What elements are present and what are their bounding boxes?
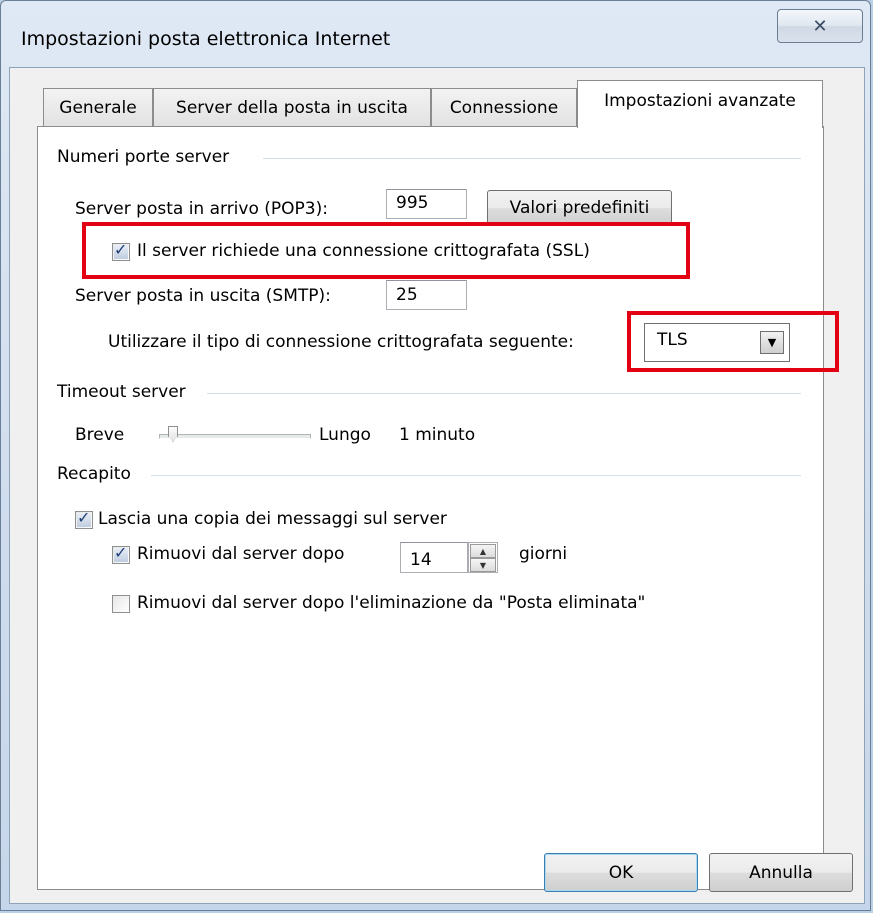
tab-server-posta-uscita[interactable]: Server della posta in uscita	[153, 88, 431, 126]
spin-down-button[interactable]: ▼	[470, 558, 496, 572]
remove-deleted-label: Rimuovi dal server dopo l'eliminazione d…	[137, 593, 646, 613]
outgoing-server-label: Server posta in uscita (SMTP):	[75, 286, 331, 306]
tab-label: Impostazioni avanzate	[604, 91, 796, 111]
window-title: Impostazioni posta elettronica Internet	[21, 28, 391, 50]
encryption-type-select[interactable]: TLS ▼	[644, 323, 790, 362]
default-values-label: Valori predefiniti	[509, 198, 650, 218]
close-icon: ✕	[812, 15, 828, 37]
timeout-group-label: Timeout server	[57, 382, 186, 402]
days-spinner[interactable]: ▲ ▼	[468, 542, 498, 573]
tab-connessione[interactable]: Connessione	[431, 88, 577, 126]
close-button[interactable]: ✕	[777, 9, 863, 43]
encryption-type-label: Utilizzare il tipo di connessione critto…	[108, 332, 574, 352]
ports-group-label: Numeri porte server	[57, 147, 230, 167]
timeout-long-label: Lungo	[319, 425, 371, 445]
group-divider	[207, 393, 801, 395]
tab-impostazioni-avanzate[interactable]: Impostazioni avanzate	[577, 80, 823, 128]
leave-copy-label: Lascia una copia dei messaggi sul server	[98, 509, 447, 529]
group-divider	[151, 475, 801, 477]
timeout-slider-track[interactable]	[159, 434, 311, 439]
ssl-label: Il server richiede una connessione critt…	[137, 241, 590, 261]
default-values-button[interactable]: Valori predefiniti	[487, 190, 672, 226]
outgoing-port-input[interactable]: 25	[386, 280, 467, 310]
leave-copy-checkbox[interactable]: ✓	[75, 508, 93, 529]
dropdown-arrow[interactable]: ▼	[760, 331, 784, 354]
timeout-value: 1 minuto	[399, 425, 476, 445]
tab-generale[interactable]: Generale	[43, 88, 153, 126]
delivery-group-label: Recapito	[57, 464, 131, 484]
checkmark-icon: ✓	[114, 240, 128, 259]
cancel-button[interactable]: Annulla	[709, 853, 853, 892]
chevron-up-icon: ▲	[479, 546, 487, 556]
tab-label: Server della posta in uscita	[176, 97, 408, 118]
remove-after-label: Rimuovi dal server dopo	[137, 544, 345, 564]
incoming-port-input[interactable]: 995	[386, 189, 467, 219]
timeout-short-label: Breve	[75, 425, 125, 445]
spin-up-button[interactable]: ▲	[470, 544, 496, 558]
incoming-server-label: Server posta in arrivo (POP3):	[75, 199, 328, 219]
checkmark-icon: ✓	[114, 543, 128, 562]
encryption-type-value: TLS	[657, 330, 688, 350]
tab-label: Generale	[59, 97, 137, 118]
ok-button[interactable]: OK	[544, 853, 698, 892]
chevron-down-icon: ▼	[479, 560, 487, 570]
cancel-label: Annulla	[749, 862, 813, 883]
chevron-down-icon: ▼	[767, 336, 777, 349]
remove-deleted-checkbox[interactable]	[112, 595, 130, 613]
remove-after-days-input[interactable]: 14	[400, 542, 468, 573]
remove-after-checkbox[interactable]: ✓	[112, 543, 130, 564]
dialog-window: Impostazioni posta elettronica Internet …	[0, 0, 871, 911]
group-divider	[263, 158, 801, 160]
tab-label: Connessione	[449, 97, 559, 118]
days-unit-label: giorni	[519, 544, 568, 564]
checkmark-icon: ✓	[77, 508, 91, 527]
ok-label: OK	[608, 862, 634, 883]
ssl-checkbox[interactable]: ✓	[112, 240, 130, 261]
